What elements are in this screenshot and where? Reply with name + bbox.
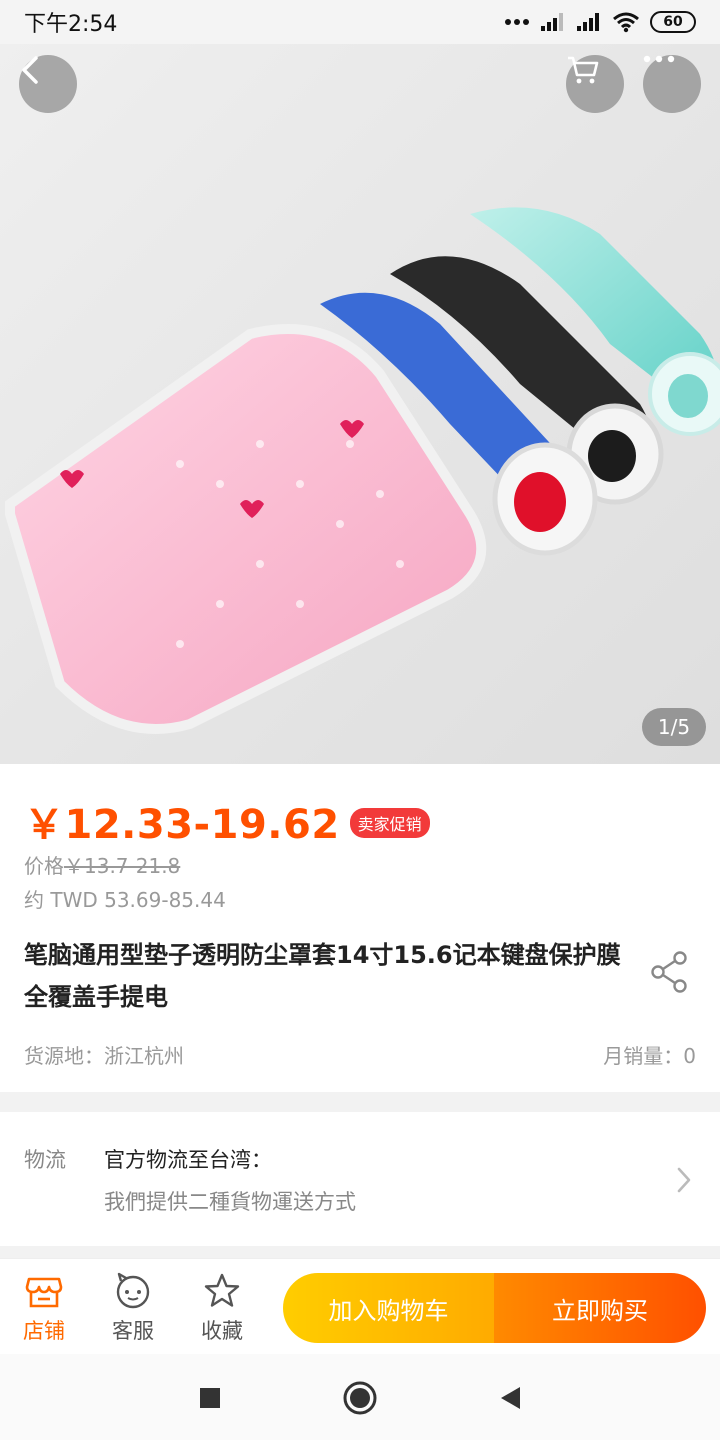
approx-price: 约 TWD 53.69-85.44	[24, 888, 226, 912]
buy-now-button[interactable]: 立即购买	[494, 1273, 706, 1343]
promo-badge: 卖家促销	[349, 808, 430, 838]
share-icon[interactable]	[650, 950, 690, 994]
action-bar: 店铺 客服 收藏 加入购物车 立即购买	[0, 1258, 720, 1354]
cart-icon	[568, 56, 599, 84]
original-price-label: 价格	[24, 854, 64, 878]
monthly-sales: 月销量：0	[603, 1044, 696, 1068]
store-button[interactable]: 店铺	[9, 1271, 79, 1345]
signal-icon	[541, 13, 563, 31]
store-icon	[25, 1277, 63, 1308]
back-nav-button[interactable]	[490, 1378, 530, 1418]
original-price-value: ￥13.7-21.8	[64, 854, 181, 878]
chevron-left-icon	[22, 56, 38, 84]
wifi-icon	[613, 12, 639, 33]
more-icon	[643, 55, 675, 63]
dots-icon	[505, 19, 529, 25]
cart-button[interactable]	[566, 55, 624, 113]
price: ￥12.33-19.62	[24, 802, 340, 848]
origin-location: 货源地：浙江杭州	[24, 1044, 184, 1068]
status-icons: 60	[504, 11, 696, 33]
logistics-label: 物流	[24, 1148, 66, 1172]
logistics-sub: 我們提供二種貨物運送方式	[104, 1190, 356, 1214]
price-row: ￥12.33-19.62 卖家促销	[24, 792, 430, 850]
product-detail-page: 下午2:54 60 1/5 ￥12.33-19.62 卖家促销 价格￥13.7-…	[0, 0, 720, 1440]
triangle-back-icon	[501, 1387, 520, 1409]
status-bar: 下午2:54 60	[0, 0, 720, 44]
product-info: ￥12.33-19.62 卖家促销 价格￥13.7-21.8 约 TWD 53.…	[0, 764, 720, 1092]
original-price: 价格￥13.7-21.8	[24, 850, 180, 879]
favorite-label: 收藏	[201, 1319, 243, 1343]
product-title: 笔脑通用型垫子透明防尘罩套14寸15.6记本键盘保护膜全覆盖手提电	[24, 941, 621, 1011]
star-icon	[204, 1273, 240, 1307]
product-image-gallery[interactable]: 1/5	[0, 44, 720, 764]
logistics-section[interactable]: 物流 官方物流至台湾： 我們提供二種貨物運送方式	[0, 1112, 720, 1246]
product-image	[5, 207, 720, 734]
chevron-right-icon	[677, 1167, 691, 1193]
service-button[interactable]: 客服	[98, 1271, 168, 1345]
logistics-main: 官方物流至台湾：	[104, 1148, 272, 1172]
add-to-cart-button[interactable]: 加入购物车	[283, 1273, 494, 1343]
image-counter: 1/5	[642, 708, 706, 746]
store-label: 店铺	[23, 1319, 65, 1343]
square-icon	[200, 1388, 220, 1408]
more-button[interactable]	[643, 55, 701, 113]
service-label: 客服	[112, 1319, 154, 1343]
status-time: 下午2:54	[24, 12, 118, 37]
home-circle-icon	[343, 1381, 377, 1415]
battery-icon: 60	[650, 11, 696, 33]
chat-icon	[116, 1272, 150, 1309]
favorite-button[interactable]: 收藏	[187, 1271, 257, 1345]
recents-button[interactable]	[190, 1378, 230, 1418]
back-button[interactable]	[19, 55, 77, 113]
home-button[interactable]	[340, 1378, 380, 1418]
system-nav-bar	[0, 1354, 720, 1440]
signal-icon-2	[577, 13, 599, 31]
